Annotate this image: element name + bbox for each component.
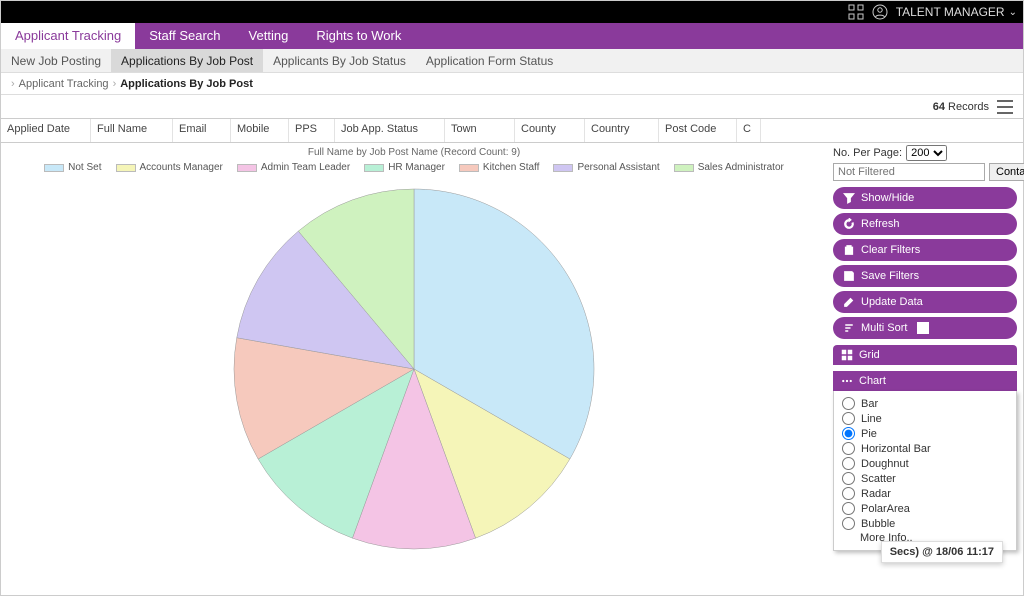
per-page-control: No. Per Page: 200 [833,145,1017,161]
subtab-new-job-posting[interactable]: New Job Posting [1,49,111,72]
clear-filters-button[interactable]: Clear Filters [833,239,1017,261]
chart-type-doughnut[interactable]: Doughnut [842,457,1008,470]
chart-legend: Not Set Accounts Manager Admin Team Leader… [1,162,827,173]
per-page-select[interactable]: 200 [906,145,947,161]
tab-rights-to-work[interactable]: Rights to Work [302,23,415,49]
chevron-right-icon: › [113,78,117,90]
toast-notification: Secs) @ 18/06 11:17 [881,541,1003,563]
grid-header: Applied DateFull NameEmailMobilePPSJob A… [1,119,1023,143]
grid-view-header[interactable]: Grid [833,345,1017,365]
chart-view-header[interactable]: Chart [833,371,1017,391]
menu-icon[interactable] [997,100,1013,114]
col-post-code[interactable]: Post Code [659,119,737,142]
chart-type-scatter[interactable]: Scatter [842,472,1008,485]
pencil-icon [843,296,855,308]
chevron-down-icon: ⌄ [1009,7,1017,18]
chevron-right-icon: › [11,78,15,90]
col-job-app-status[interactable]: Job App. Status [335,119,445,142]
grid-icon [841,349,853,361]
chart-type-line[interactable]: Line [842,412,1008,425]
save-icon [843,270,855,282]
col-pps[interactable]: PPS [289,119,335,142]
refresh-icon [843,218,855,230]
legend-item: Personal Assistant [553,162,659,173]
refresh-button[interactable]: Refresh [833,213,1017,235]
show-hide-button[interactable]: Show/Hide [833,187,1017,209]
col-town[interactable]: Town [445,119,515,142]
chart-type-horizontal-bar[interactable]: Horizontal Bar [842,442,1008,455]
chart-type-radar[interactable]: Radar [842,487,1008,500]
filter-input[interactable] [833,163,985,181]
col-county[interactable]: County [515,119,585,142]
per-page-label: No. Per Page: [833,147,902,159]
breadcrumb-current: Applications By Job Post [120,78,253,90]
chart-title: Full Name by Job Post Name (Record Count… [1,147,827,158]
chart-type-pie[interactable]: Pie [842,427,1008,440]
legend-item: Kitchen Staff [459,162,540,173]
expand-icon[interactable] [848,4,864,20]
filter-icon [843,192,855,204]
sub-tabs: New Job PostingApplications By Job PostA… [1,49,1023,73]
col-mobile[interactable]: Mobile [231,119,289,142]
sort-icon [843,322,855,334]
subtab-application-form-status[interactable]: Application Form Status [416,49,563,72]
trash-icon [843,244,855,256]
tab-applicant-tracking[interactable]: Applicant Tracking [1,23,135,49]
more-icon [841,375,853,387]
legend-item: Admin Team Leader [237,162,350,173]
chart-type-polararea[interactable]: PolarArea [842,502,1008,515]
filter-mode-select[interactable]: Contains [989,163,1024,181]
col-country[interactable]: Country [585,119,659,142]
chart-type-bubble[interactable]: Bubble [842,517,1008,530]
breadcrumb: › Applicant Tracking › Applications By J… [1,73,1023,95]
main-tabs: Applicant TrackingStaff SearchVettingRig… [1,23,1023,49]
records-toolbar: 64 Records [1,95,1023,119]
legend-item: Not Set [44,162,101,173]
multi-sort-checkbox[interactable] [917,322,929,334]
record-count: 64 Records [933,101,989,113]
subtab-applicants-by-job-status[interactable]: Applicants By Job Status [263,49,416,72]
user-icon[interactable] [872,4,888,20]
pie-chart [204,179,624,559]
chart-type-list: Bar Line Pie Horizontal Bar Doughnut Scatter R… [833,391,1017,551]
update-data-button[interactable]: Update Data [833,291,1017,313]
subtab-applications-by-job-post[interactable]: Applications By Job Post [111,49,263,72]
breadcrumb-parent[interactable]: Applicant Tracking [19,78,109,90]
legend-item: HR Manager [364,162,445,173]
col-applied-date[interactable]: Applied Date [1,119,91,142]
chart-type-bar[interactable]: Bar [842,397,1008,410]
multi-sort-button[interactable]: Multi Sort [833,317,1017,339]
tab-staff-search[interactable]: Staff Search [135,23,234,49]
col-full-name[interactable]: Full Name [91,119,173,142]
col-email[interactable]: Email [173,119,231,142]
legend-item: Accounts Manager [116,162,223,173]
legend-item: Sales Administrator [674,162,784,173]
user-menu[interactable]: TALENT MANAGER ⌄ [896,5,1017,19]
user-label: TALENT MANAGER [896,5,1005,19]
tab-vetting[interactable]: Vetting [235,23,303,49]
save-filters-button[interactable]: Save Filters [833,265,1017,287]
col-c[interactable]: C [737,119,761,142]
